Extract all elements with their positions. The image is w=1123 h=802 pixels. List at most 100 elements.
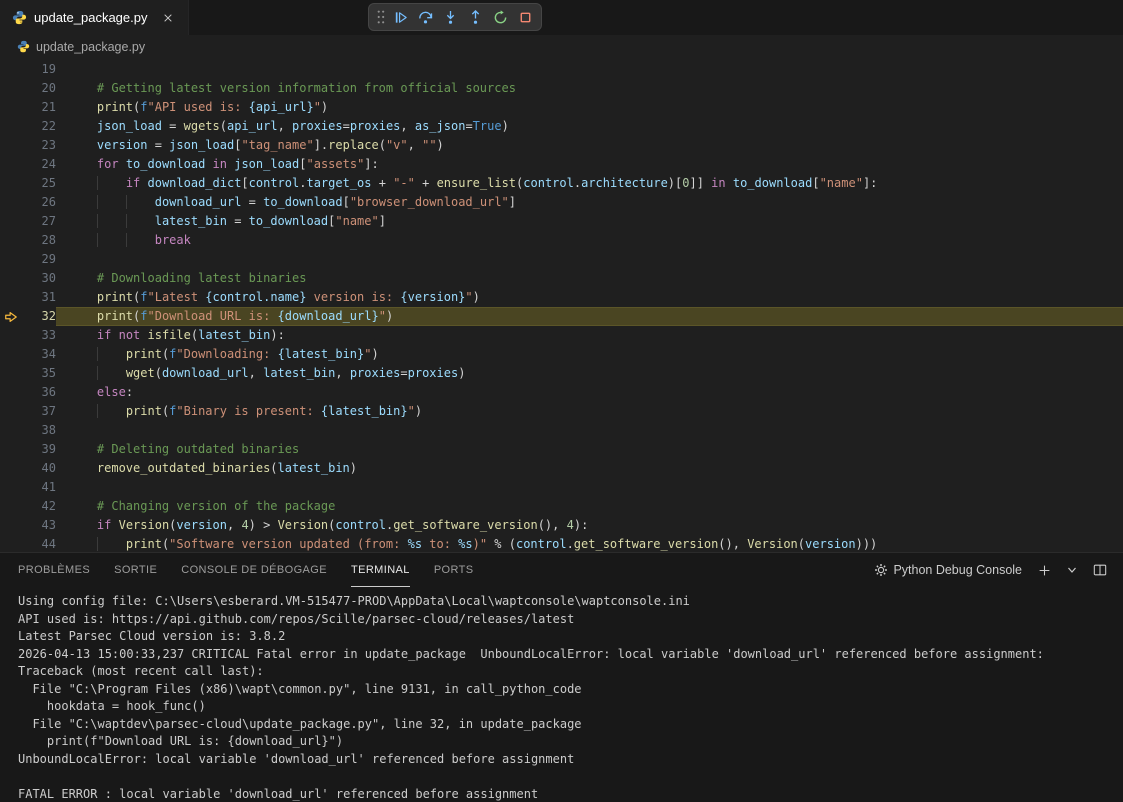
- breakpoint-gutter[interactable]: [0, 516, 22, 535]
- line-number[interactable]: 30: [22, 269, 56, 288]
- line-number[interactable]: 39: [22, 440, 56, 459]
- code-editor[interactable]: 1920 # Getting latest version informatio…: [0, 58, 1123, 552]
- debug-console-selector[interactable]: Python Debug Console: [872, 561, 1024, 579]
- line-number[interactable]: 37: [22, 402, 56, 421]
- line-number[interactable]: 25: [22, 174, 56, 193]
- line-number[interactable]: 27: [22, 212, 56, 231]
- code-text[interactable]: json_load = wgets(api_url, proxies=proxi…: [56, 117, 1123, 136]
- breakpoint-gutter[interactable]: [0, 250, 22, 269]
- code-text[interactable]: wget(download_url, latest_bin, proxies=p…: [56, 364, 1123, 383]
- code-text[interactable]: [56, 421, 1123, 440]
- panel-tab-console-de-d-bogage[interactable]: CONSOLE DE DÉBOGAGE: [181, 553, 327, 587]
- debug-current-line-arrow-icon[interactable]: [0, 307, 22, 326]
- gripper-icon[interactable]: [373, 5, 387, 29]
- code-text[interactable]: [56, 478, 1123, 497]
- code-text[interactable]: print("Software version updated (from: %…: [56, 535, 1123, 552]
- line-number[interactable]: 31: [22, 288, 56, 307]
- breakpoint-gutter[interactable]: [0, 212, 22, 231]
- code-text[interactable]: download_url = to_download["browser_down…: [56, 193, 1123, 212]
- line-number[interactable]: 22: [22, 117, 56, 136]
- panel-tab-ports[interactable]: PORTS: [434, 553, 474, 587]
- breakpoint-gutter[interactable]: [0, 79, 22, 98]
- line-number[interactable]: 33: [22, 326, 56, 345]
- stop-button[interactable]: [513, 5, 537, 29]
- code-text[interactable]: if not isfile(latest_bin):: [56, 326, 1123, 345]
- breakpoint-gutter[interactable]: [0, 402, 22, 421]
- breakpoint-gutter[interactable]: [0, 440, 22, 459]
- line-number[interactable]: 20: [22, 79, 56, 98]
- breakpoint-gutter[interactable]: [0, 60, 22, 79]
- line-number[interactable]: 36: [22, 383, 56, 402]
- line-number[interactable]: 26: [22, 193, 56, 212]
- continue-button[interactable]: [388, 5, 412, 29]
- step-out-button[interactable]: [463, 5, 487, 29]
- code-line: 42 # Changing version of the package: [0, 497, 1123, 516]
- terminal-output[interactable]: Using config file: C:\Users\esberard.VM-…: [0, 587, 1123, 802]
- code-text[interactable]: print(f"Binary is present: {latest_bin}"…: [56, 402, 1123, 421]
- code-text[interactable]: # Changing version of the package: [56, 497, 1123, 516]
- breakpoint-gutter[interactable]: [0, 535, 22, 552]
- terminal-dropdown-button[interactable]: [1065, 563, 1079, 577]
- step-into-button[interactable]: [438, 5, 462, 29]
- new-terminal-button[interactable]: [1036, 562, 1053, 579]
- breakpoint-gutter[interactable]: [0, 269, 22, 288]
- code-text[interactable]: print(f"Downloading: {latest_bin}"): [56, 345, 1123, 364]
- code-text[interactable]: [56, 60, 1123, 79]
- code-text[interactable]: if download_dict[control.target_os + "-"…: [56, 174, 1123, 193]
- panel-tab-terminal[interactable]: TERMINAL: [351, 553, 410, 587]
- line-number[interactable]: 42: [22, 497, 56, 516]
- line-number[interactable]: 40: [22, 459, 56, 478]
- code-text[interactable]: for to_download in json_load["assets"]:: [56, 155, 1123, 174]
- code-text[interactable]: else:: [56, 383, 1123, 402]
- breakpoint-gutter[interactable]: [0, 231, 22, 250]
- breakpoint-gutter[interactable]: [0, 497, 22, 516]
- split-terminal-button[interactable]: [1091, 561, 1109, 579]
- code-text[interactable]: print(f"Download URL is: {download_url}"…: [56, 307, 1123, 326]
- breakpoint-gutter[interactable]: [0, 459, 22, 478]
- breakpoint-gutter[interactable]: [0, 155, 22, 174]
- line-number[interactable]: 19: [22, 60, 56, 79]
- line-number[interactable]: 23: [22, 136, 56, 155]
- code-text[interactable]: version = json_load["tag_name"].replace(…: [56, 136, 1123, 155]
- step-over-button[interactable]: [413, 5, 437, 29]
- breakpoint-gutter[interactable]: [0, 345, 22, 364]
- line-number[interactable]: 34: [22, 345, 56, 364]
- code-text[interactable]: # Getting latest version information fro…: [56, 79, 1123, 98]
- restart-button[interactable]: [488, 5, 512, 29]
- code-text[interactable]: # Deleting outdated binaries: [56, 440, 1123, 459]
- breakpoint-gutter[interactable]: [0, 364, 22, 383]
- line-number[interactable]: 21: [22, 98, 56, 117]
- breakpoint-gutter[interactable]: [0, 98, 22, 117]
- code-text[interactable]: # Downloading latest binaries: [56, 269, 1123, 288]
- breakpoint-gutter[interactable]: [0, 288, 22, 307]
- breakpoint-gutter[interactable]: [0, 421, 22, 440]
- code-text[interactable]: remove_outdated_binaries(latest_bin): [56, 459, 1123, 478]
- code-text[interactable]: print(f"Latest {control.name} version is…: [56, 288, 1123, 307]
- panel-tab-probl-mes[interactable]: PROBLÈMES: [18, 553, 90, 587]
- breakpoint-gutter[interactable]: [0, 193, 22, 212]
- code-text[interactable]: print(f"API used is: {api_url}"): [56, 98, 1123, 117]
- line-number[interactable]: 41: [22, 478, 56, 497]
- line-number[interactable]: 32: [22, 307, 56, 326]
- tab-update-package-py[interactable]: update_package.py: [0, 0, 189, 35]
- line-number[interactable]: 38: [22, 421, 56, 440]
- breakpoint-gutter[interactable]: [0, 383, 22, 402]
- breakpoint-gutter[interactable]: [0, 136, 22, 155]
- code-text[interactable]: if Version(version, 4) > Version(control…: [56, 516, 1123, 535]
- breakpoint-gutter[interactable]: [0, 478, 22, 497]
- line-number[interactable]: 35: [22, 364, 56, 383]
- panel-tab-sortie[interactable]: SORTIE: [114, 553, 157, 587]
- tab-close-icon[interactable]: [158, 8, 178, 28]
- line-number[interactable]: 44: [22, 535, 56, 552]
- breakpoint-gutter[interactable]: [0, 326, 22, 345]
- code-text[interactable]: [56, 250, 1123, 269]
- line-number[interactable]: 29: [22, 250, 56, 269]
- breakpoint-gutter[interactable]: [0, 117, 22, 136]
- line-number[interactable]: 28: [22, 231, 56, 250]
- code-text[interactable]: break: [56, 231, 1123, 250]
- line-number[interactable]: 24: [22, 155, 56, 174]
- line-number[interactable]: 43: [22, 516, 56, 535]
- breakpoint-gutter[interactable]: [0, 174, 22, 193]
- code-text[interactable]: latest_bin = to_download["name"]: [56, 212, 1123, 231]
- breadcrumb[interactable]: update_package.py: [0, 35, 1123, 58]
